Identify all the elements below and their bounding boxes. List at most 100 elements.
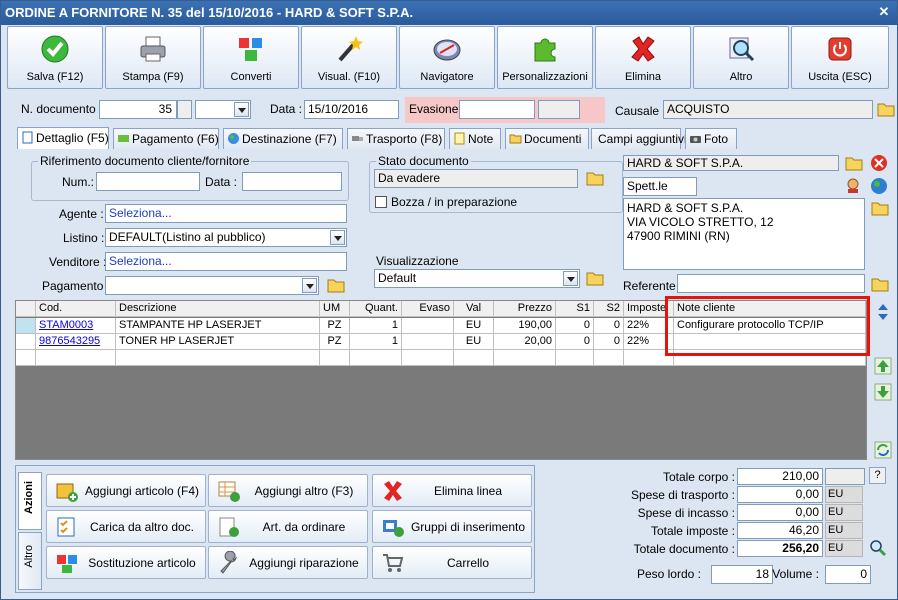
insertion-groups-button[interactable]: Gruppi di inserimento (372, 510, 532, 543)
delete-button[interactable]: Elimina (595, 26, 691, 89)
total-document-field: 256,20 (737, 540, 823, 557)
sort-arrows-icon[interactable] (874, 303, 892, 321)
actions-panel: Azioni Altro Aggiungi articolo (F4) Aggi… (15, 465, 535, 593)
window-title: ORDINE A FORNITORE N. 35 del 15/10/2016 … (5, 5, 414, 20)
doc-number-input[interactable]: 35 (99, 100, 177, 119)
tab-azioni[interactable]: Azioni (18, 472, 42, 530)
folder-icon[interactable] (586, 169, 604, 187)
date-input[interactable]: 15/10/2016 (304, 100, 399, 119)
money-icon (118, 135, 129, 142)
doc-number-label: N. documento : (21, 102, 103, 116)
order-window: ORDINE A FORNITORE N. 35 del 15/10/2016 … (0, 0, 898, 600)
tab-dettaglio[interactable]: Dettaglio (F5) (17, 127, 109, 151)
grid-add-icon (218, 481, 240, 502)
tab-note[interactable]: Note (449, 128, 501, 150)
close-icon[interactable]: ✕ (877, 5, 891, 19)
delete-x-icon (384, 481, 402, 501)
add-repair-button[interactable]: Aggiungi riparazione (208, 546, 368, 579)
chevron-down-icon[interactable] (302, 278, 317, 293)
camera-icon (690, 136, 701, 143)
supplier-name-field[interactable]: HARD & SOFT S.P.A. (623, 155, 839, 171)
main-toolbar: Salva (F12) Stampa (F9) Converti Visual.… (7, 26, 893, 90)
tab-trasporto[interactable]: Trasporto (F8) (347, 128, 445, 150)
folder-icon[interactable] (327, 276, 345, 294)
seller-select[interactable]: Seleziona... (105, 252, 347, 271)
salutation-field[interactable]: Spett.le (623, 177, 697, 196)
zoom-icon[interactable] (869, 539, 887, 557)
convert-button[interactable]: Converti (203, 26, 299, 89)
visual-button[interactable]: Visual. (F10) (301, 26, 397, 89)
address-field[interactable]: HARD & SOFT S.P.A. VIA VICOLO STRETTO, 1… (623, 198, 865, 270)
total-body-field: 210,00 (737, 468, 823, 485)
folder-icon[interactable] (871, 199, 889, 217)
folder-icon[interactable] (586, 269, 604, 287)
status-field: Da evadere (374, 169, 578, 188)
person-search-icon[interactable] (845, 177, 863, 195)
remove-icon[interactable] (870, 154, 888, 172)
move-down-icon[interactable] (874, 383, 892, 401)
chevron-down-icon[interactable] (563, 271, 578, 286)
delete-line-button[interactable]: Elimina linea (372, 474, 532, 507)
checklist-icon (57, 517, 75, 537)
tab-pagamento[interactable]: Pagamento (F6) (113, 128, 219, 150)
cart-button[interactable]: Carrello (372, 546, 532, 579)
chevron-down-icon[interactable] (234, 102, 249, 117)
folder-icon[interactable] (871, 275, 889, 293)
navigator-button[interactable]: Navigatore (399, 26, 495, 89)
replace-article-button[interactable]: Sostituzione articolo (46, 546, 206, 579)
globe-icon[interactable] (870, 177, 888, 195)
tab-documenti[interactable]: Documenti (505, 128, 589, 150)
tab-destinazione[interactable]: Destinazione (F7) (223, 128, 343, 150)
tab-foto[interactable]: Foto (685, 128, 737, 150)
add-article-button[interactable]: Aggiungi articolo (F4) (46, 474, 206, 507)
folder-icon[interactable] (877, 100, 895, 118)
causale-input[interactable]: ACQUISTO (663, 100, 873, 119)
tab-campi-aggiuntivi[interactable]: Campi aggiuntivi (591, 128, 687, 150)
save-button[interactable]: Salva (F12) (7, 26, 103, 89)
reference-num-input[interactable] (96, 172, 200, 191)
move-up-icon[interactable] (874, 357, 892, 375)
customizations-button[interactable]: Personalizzazioni (497, 26, 593, 89)
note-icon (454, 132, 465, 145)
payment-select[interactable] (105, 276, 319, 295)
print-button[interactable]: Stampa (F9) (105, 26, 201, 89)
detail-panel: Riferimento documento cliente/fornitore … (17, 149, 893, 299)
currency-badge: EU (825, 522, 863, 539)
price-list-select[interactable]: DEFAULT(Listino al pubblico) (105, 228, 347, 247)
printer-icon (140, 36, 166, 62)
add-other-button[interactable]: Aggiungi altro (F3) (208, 474, 368, 507)
causale-label: Causale : (615, 104, 666, 118)
doc-series-select[interactable] (195, 100, 251, 119)
currency-badge: EU (825, 504, 863, 521)
group-add-icon (383, 520, 404, 537)
magnifier-icon (729, 37, 755, 62)
help-button[interactable]: ? (869, 467, 886, 484)
evasione-extra[interactable] (538, 100, 580, 119)
doc-number-spin[interactable] (177, 100, 192, 119)
items-to-order-button[interactable]: Art. da ordinare (208, 510, 368, 543)
chevron-down-icon[interactable] (330, 230, 345, 245)
status-group: Stato documento Da evadere Bozza / in pr… (369, 154, 623, 213)
box-add-icon (56, 483, 78, 502)
truck-icon (352, 136, 363, 141)
evasione-input[interactable] (459, 100, 535, 119)
exit-button[interactable]: Uscita (ESC) (791, 26, 889, 89)
refresh-icon[interactable] (874, 441, 892, 459)
document-icon (22, 131, 33, 144)
folder-icon[interactable] (845, 154, 863, 172)
more-button[interactable]: Altro (693, 26, 789, 89)
agent-select[interactable]: Seleziona... (105, 204, 347, 223)
highlight-box (665, 296, 870, 356)
referent-input[interactable] (677, 274, 865, 293)
reference-date-input[interactable] (242, 172, 342, 191)
evasione-label: Evasione: (409, 102, 462, 116)
power-icon (828, 37, 852, 61)
visual-select[interactable]: Default (374, 269, 580, 288)
draft-checkbox[interactable] (375, 196, 387, 208)
collection-cost-field[interactable]: 0,00 (737, 504, 823, 521)
currency-badge: EU (825, 486, 863, 503)
load-from-doc-button[interactable]: Carica da altro doc. (46, 510, 206, 543)
tab-altro[interactable]: Altro (18, 532, 42, 590)
volume-field[interactable]: 0 (825, 565, 871, 584)
shipping-cost-field[interactable]: 0,00 (737, 486, 823, 503)
